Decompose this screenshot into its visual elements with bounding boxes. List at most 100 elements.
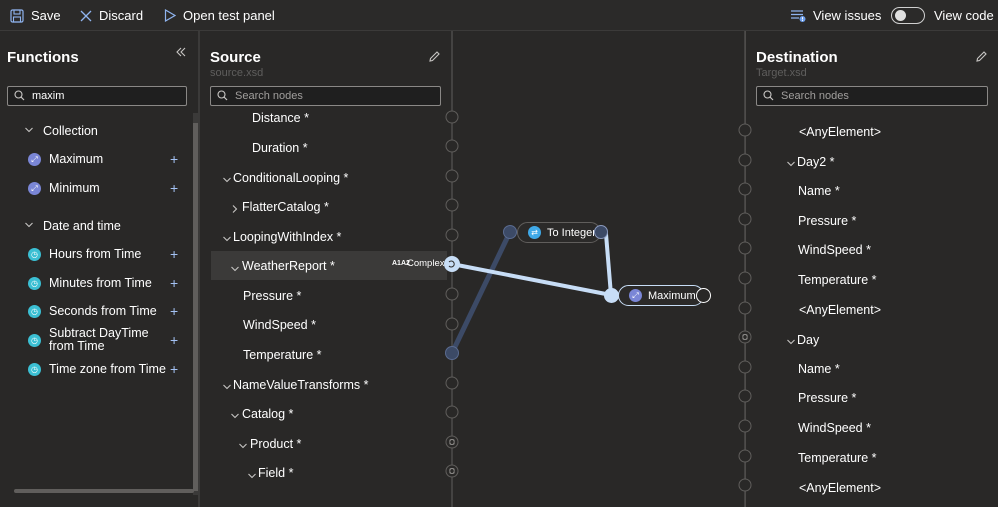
destination-handle [738,360,752,374]
destination-node-wind-speed[interactable]: WindSpeed * [798,421,871,435]
function-item-subtract-daytime[interactable]: Subtract DayTime from Time [49,327,149,353]
chevron-down-icon[interactable] [786,335,796,345]
function-output-handle[interactable] [696,288,711,303]
function-node-to-integer[interactable]: ⇄ To Integer [517,222,601,243]
category-label: Collection [43,124,98,138]
chevron-down-icon[interactable] [222,232,232,242]
source-node-name-value-transforms[interactable]: NameValueTransforms * [233,378,368,392]
discard-button[interactable]: Discard [80,0,143,31]
destination-node-any-element[interactable]: <AnyElement> [799,303,881,317]
source-node-wind-speed[interactable]: WindSpeed * [243,318,316,332]
function-item-line-2: from Time [49,339,105,353]
source-handle [445,169,459,183]
save-label: Save [31,8,61,23]
destination-handle [738,271,752,285]
destination-node-wind-speed[interactable]: WindSpeed * [798,243,871,257]
destination-node-pressure[interactable]: Pressure * [798,214,856,228]
add-function-button[interactable]: + [170,276,178,290]
destination-node-temperature[interactable]: Temperature * [798,451,877,465]
chevron-down-icon[interactable] [230,262,240,272]
destination-handle [738,182,752,196]
chevron-down-icon[interactable] [247,469,257,479]
clock-icon: ◷ [28,363,41,376]
destination-node-temperature[interactable]: Temperature * [798,273,877,287]
edit-icon[interactable] [975,50,988,66]
function-item-maximum[interactable]: Maximum [49,152,103,166]
source-node-flatter-catalog[interactable]: FlatterCatalog * [242,200,329,214]
source-handle [445,376,459,390]
chevron-down-icon[interactable] [238,439,248,449]
destination-node-day2[interactable]: Day2 * [797,155,835,169]
edit-icon[interactable] [428,50,441,66]
function-item-hours-from-time[interactable]: Hours from Time [49,247,141,261]
function-node-maximum[interactable]: ⤢ Maximum [618,285,704,306]
source-handle [445,198,459,212]
function-input-handle[interactable] [604,288,619,303]
destination-node-pressure[interactable]: Pressure * [798,391,856,405]
clock-icon: ◷ [28,248,41,261]
clock-icon: ◷ [28,334,41,347]
function-item-seconds-from-time[interactable]: Seconds from Time [49,304,157,318]
chevron-down-icon[interactable] [230,409,240,419]
source-node-looping-with-index[interactable]: LoopingWithIndex * [233,230,341,244]
destination-node-day[interactable]: Day [797,333,819,347]
add-function-button[interactable]: + [170,304,178,318]
source-node-weather-report[interactable]: WeatherReport * [242,259,335,273]
source-handle-loop [445,435,459,449]
function-output-handle[interactable] [594,225,608,239]
save-icon [10,8,24,23]
destination-handle [738,123,752,137]
function-item-minimum[interactable]: Minimum [49,181,100,195]
source-node-conditional-looping[interactable]: ConditionalLooping * [233,171,348,185]
add-function-button[interactable]: + [170,333,178,347]
collapse-panel-icon[interactable] [175,46,187,58]
source-node-field[interactable]: Field * [258,466,293,480]
chevron-down-icon[interactable] [222,173,232,183]
source-node-pressure[interactable]: Pressure * [243,289,301,303]
functions-search-input[interactable] [32,90,186,102]
destination-node-any-element[interactable]: <AnyElement> [799,481,881,495]
functions-search[interactable] [7,86,187,106]
function-input-handle[interactable] [503,225,517,239]
function-item-minutes-from-time[interactable]: Minutes from Time [49,276,152,290]
add-function-button[interactable]: + [170,152,178,166]
source-node-catalog[interactable]: Catalog * [242,407,293,421]
destination-handle [738,449,752,463]
collection-function-icon: ⤢ [28,182,41,195]
category-date-and-time[interactable]: Date and time [24,219,121,233]
destination-node-name[interactable]: Name * [798,362,840,376]
panel-divider [198,31,200,507]
source-node-temperature[interactable]: Temperature * [243,348,322,362]
chevron-down-icon [24,219,34,233]
source-search[interactable] [210,86,441,106]
search-icon [14,89,25,104]
functions-horizontal-scrollbar[interactable] [14,489,194,493]
save-button[interactable]: Save [10,0,61,31]
source-search-input[interactable] [235,90,440,102]
function-node-label: Maximum [648,289,696,302]
source-node-duration[interactable]: Duration * [252,141,308,155]
chevron-right-icon[interactable] [230,202,240,213]
function-item-time-zone-from-time[interactable]: Time zone from Time [49,362,166,376]
add-function-button[interactable]: + [170,247,178,261]
chevron-down-icon[interactable] [222,380,232,390]
category-collection[interactable]: Collection [24,124,98,138]
view-code-toggle[interactable] [891,7,925,24]
toggle-knob [895,10,906,21]
issues-list-icon [791,9,806,22]
source-node-product[interactable]: Product * [250,437,301,451]
open-test-panel-button[interactable]: Open test panel [164,0,275,31]
destination-search[interactable] [756,86,988,106]
destination-node-name[interactable]: Name * [798,184,840,198]
destination-handle [738,153,752,167]
open-test-panel-label: Open test panel [183,8,275,23]
chevron-down-icon[interactable] [786,157,796,167]
destination-node-any-element[interactable]: <AnyElement> [799,125,881,139]
destination-handle [738,301,752,315]
add-function-button[interactable]: + [170,362,178,376]
add-function-button[interactable]: + [170,181,178,195]
view-issues-button[interactable]: View issues [791,0,881,31]
source-node-distance[interactable]: Distance * [252,111,309,125]
destination-search-input[interactable] [781,90,987,102]
source-title: Source [210,49,261,66]
